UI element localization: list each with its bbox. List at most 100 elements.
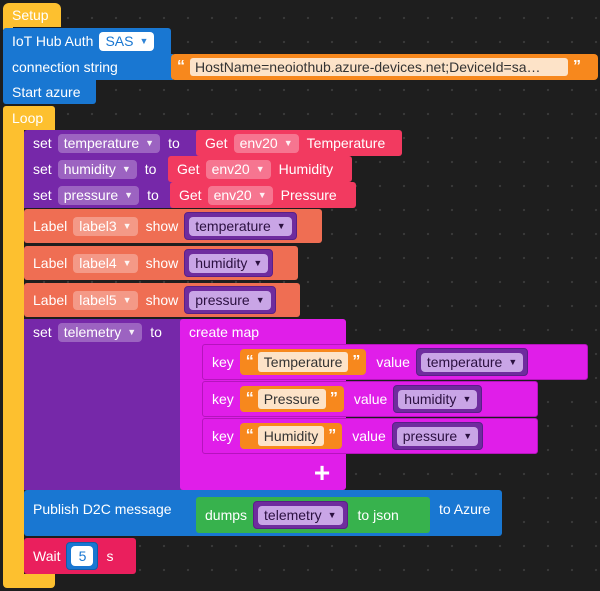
publish-label: Publish D2C message (33, 501, 172, 517)
get-label: Get (179, 187, 202, 203)
set-label: set (33, 187, 52, 203)
variable-dropdown-temperature[interactable]: temperature ▼ (57, 133, 161, 153)
chevron-down-icon: ▼ (124, 190, 134, 200)
dumps-json-block[interactable]: dumps telemetry ▼ to json (196, 497, 430, 533)
variable-dropdown-telemetry[interactable]: telemetry ▼ (57, 322, 143, 342)
chevron-down-icon: ▼ (122, 221, 132, 231)
variable-getter[interactable]: humidity ▼ (184, 249, 274, 277)
iot-hub-auth-row: IoT Hub Auth SAS ▼ (3, 28, 162, 54)
chevron-down-icon: ▼ (283, 138, 293, 148)
label-target-dropdown[interactable]: label5 ▼ (73, 290, 138, 310)
variable-name: telemetry (264, 507, 322, 523)
get-pressure-block[interactable]: Get env20 ▼ Pressure (170, 182, 356, 208)
publish-label-row: Publish D2C message (24, 496, 172, 522)
loop-header: Loop (3, 106, 43, 130)
connection-string-input[interactable]: “ HostName=neoiothub.azure-devices.net;D… (171, 54, 598, 80)
get-temperature-block[interactable]: Get env20 ▼ Temperature (196, 130, 402, 156)
label-word: Label (33, 292, 68, 308)
connection-row: connection string (3, 54, 118, 80)
variable-dropdown-pressure[interactable]: pressure ▼ (57, 185, 140, 205)
quote-open-icon: “ (245, 353, 254, 370)
set-temperature-block[interactable]: set temperature ▼ to (24, 130, 204, 156)
loop-spine (3, 129, 24, 583)
chevron-down-icon: ▼ (145, 138, 155, 148)
quote-close-icon: ” (329, 390, 338, 407)
to-label: to (144, 161, 157, 177)
setup-label: Setup (12, 7, 49, 23)
variable-name: temperature (63, 135, 140, 151)
field-label: Pressure (280, 187, 337, 203)
label4-block[interactable]: Label label4 ▼ show humidity ▼ (24, 246, 298, 280)
to-label: to (150, 324, 162, 340)
wait-block[interactable]: Wait 5 s (24, 538, 136, 574)
chevron-down-icon: ▼ (253, 258, 263, 268)
label-target: label3 (79, 218, 117, 234)
auth-type-dropdown[interactable]: SAS ▼ (99, 31, 155, 51)
key-string-input[interactable]: “ Pressure ” (239, 386, 344, 412)
set-label: set (33, 324, 52, 340)
variable-name: humidity (404, 391, 457, 407)
wait-value[interactable]: 5 (71, 546, 94, 566)
dumps-label: dumps (205, 507, 248, 523)
key-label: key (212, 354, 234, 370)
variable-name: temperature (426, 354, 503, 370)
variable-getter[interactable]: telemetry ▼ (253, 501, 348, 529)
add-map-entry-button[interactable]: + (302, 457, 342, 488)
start-azure-block[interactable]: Start azure (3, 80, 96, 104)
map-entry-pressure[interactable]: key “ Pressure ” value humidity ▼ (202, 381, 538, 417)
show-label: show (145, 292, 179, 308)
chevron-down-icon: ▼ (327, 510, 337, 520)
connection-string-label: connection string (12, 59, 118, 75)
variable-name: pressure (195, 292, 250, 308)
map-entry-temperature[interactable]: key “ Temperature ” value temperature ▼ (202, 344, 588, 380)
key-value[interactable]: Humidity (257, 426, 325, 446)
sensor-dropdown[interactable]: env20 ▼ (205, 159, 271, 179)
sensor-name: env20 (213, 187, 252, 203)
to-azure-label: to Azure (439, 501, 491, 517)
variable-name: pressure (63, 187, 119, 203)
key-label: key (212, 428, 234, 444)
sensor-dropdown[interactable]: env20 ▼ (233, 133, 299, 153)
value-label: value (353, 391, 388, 407)
connection-string-value[interactable]: HostName=neoiothub.azure-devices.net;Dev… (190, 58, 568, 76)
label-target: label4 (79, 255, 117, 271)
sensor-dropdown[interactable]: env20 ▼ (207, 185, 273, 205)
key-string-input[interactable]: “ Humidity ” (239, 423, 343, 449)
key-value[interactable]: Pressure (257, 389, 326, 409)
value-label: value (352, 428, 386, 444)
set-humidity-block[interactable]: set humidity ▼ to (24, 156, 176, 182)
chevron-down-icon: ▼ (127, 327, 137, 337)
get-label: Get (177, 161, 200, 177)
label-target-dropdown[interactable]: label4 ▼ (73, 253, 138, 273)
create-map-header: create map (180, 319, 259, 345)
get-humidity-block[interactable]: Get env20 ▼ Humidity (168, 156, 352, 182)
plus-icon: + (313, 457, 331, 488)
wait-number-input[interactable]: 5 (66, 542, 99, 570)
key-string-input[interactable]: “ Temperature ” (239, 349, 367, 375)
sensor-name: env20 (239, 135, 278, 151)
map-entry-humidity[interactable]: key “ Humidity ” value pressure ▼ (202, 418, 538, 454)
variable-getter[interactable]: humidity ▼ (393, 385, 483, 413)
setup-block[interactable]: Setup (3, 3, 61, 27)
set-pressure-block[interactable]: set pressure ▼ to (24, 182, 178, 208)
to-azure-row: to Azure (430, 496, 490, 522)
set-label: set (33, 135, 52, 151)
variable-getter[interactable]: temperature ▼ (415, 348, 529, 376)
start-azure-label: Start azure (12, 84, 81, 100)
variable-getter[interactable]: temperature ▼ (184, 212, 297, 240)
label-target-dropdown[interactable]: label3 ▼ (73, 216, 138, 236)
variable-getter[interactable]: pressure ▼ (184, 286, 276, 314)
variable-getter[interactable]: pressure ▼ (391, 422, 484, 450)
quote-close-icon: ” (573, 58, 581, 75)
label-word: Label (33, 218, 68, 234)
to-json-label: to json (357, 507, 399, 523)
label5-block[interactable]: Label label5 ▼ show pressure ▼ (24, 283, 300, 317)
iot-hub-auth-label: IoT Hub Auth (12, 33, 94, 49)
quote-open-icon: “ (245, 427, 254, 444)
set-telemetry-row: set telemetry ▼ to (24, 319, 162, 345)
key-value[interactable]: Temperature (257, 352, 349, 372)
label3-block[interactable]: Label label3 ▼ show temperature ▼ (24, 209, 322, 243)
sensor-name: env20 (211, 161, 250, 177)
variable-dropdown-humidity[interactable]: humidity ▼ (57, 159, 137, 179)
variable-name: pressure (402, 428, 458, 444)
